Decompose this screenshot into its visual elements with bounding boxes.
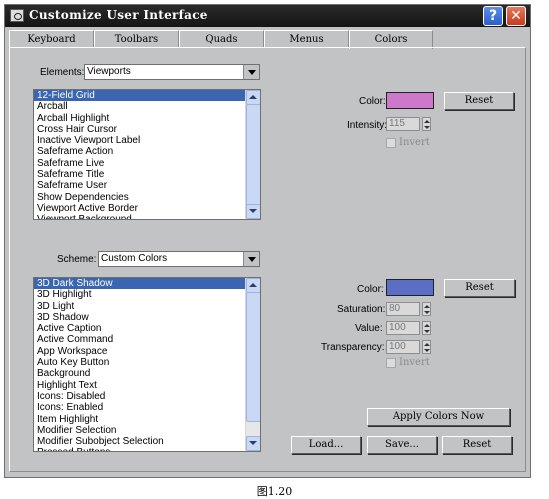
list-item[interactable]: Safeframe Live: [34, 158, 260, 169]
window-title: Customize User Interface: [29, 8, 208, 22]
element-invert-label: Invert: [399, 137, 430, 148]
list-item[interactable]: 3D Dark Shadow: [34, 278, 260, 290]
saturation-label: Saturation:: [337, 304, 386, 315]
list-item[interactable]: Arcball: [34, 101, 260, 112]
transparency-label: Transparency:: [321, 342, 385, 353]
reset-button[interactable]: Reset: [442, 436, 512, 454]
intensity-field[interactable]: 115: [386, 117, 420, 131]
customize-ui-window: Customize User Interface ? ✕ Keyboard To…: [4, 4, 531, 478]
elements-label: Elements:: [40, 67, 85, 78]
list-item[interactable]: Viewport Background: [34, 214, 260, 219]
intensity-label: Intensity:: [347, 120, 388, 131]
figure-caption: 图1.20: [256, 485, 293, 498]
list-item[interactable]: Auto Key Button: [34, 357, 260, 368]
scheme-label: Scheme:: [57, 254, 97, 265]
transparency-spinner-icon[interactable]: [422, 340, 431, 354]
scroll-down-icon[interactable]: [246, 204, 260, 219]
tab-menus[interactable]: Menus: [264, 30, 349, 48]
list-item[interactable]: 3D Highlight: [34, 289, 260, 300]
list-item[interactable]: Inactive Viewport Label: [34, 135, 260, 146]
tab-quads[interactable]: Quads: [179, 30, 264, 48]
list-item[interactable]: Icons: Enabled: [34, 402, 260, 413]
scheme-color-swatch[interactable]: [386, 279, 434, 296]
tab-toolbars[interactable]: Toolbars: [94, 30, 179, 48]
scheme-invert-checkbox[interactable]: [386, 358, 396, 368]
chevron-down-icon[interactable]: [243, 252, 259, 266]
list-item[interactable]: Show Dependencies: [34, 192, 260, 203]
elements-dropdown[interactable]: Viewports: [84, 64, 260, 80]
saturation-field[interactable]: 80: [386, 302, 420, 316]
scheme-reset-button[interactable]: Reset: [444, 279, 515, 297]
scheme-color-label: Color:: [357, 284, 384, 295]
tab-keyboard[interactable]: Keyboard: [9, 30, 94, 48]
list-item[interactable]: Safeframe Title: [34, 169, 260, 180]
list-item[interactable]: Icons: Disabled: [34, 391, 260, 402]
elements-scrollbar[interactable]: [245, 90, 260, 219]
saturation-spinner-icon[interactable]: [422, 302, 431, 316]
scheme-invert-label: Invert: [399, 357, 430, 368]
scroll-up-icon[interactable]: [246, 90, 260, 105]
list-item[interactable]: App Workspace: [34, 346, 260, 357]
tab-bar: Keyboard Toolbars Quads Menus Colors: [9, 30, 526, 49]
list-item[interactable]: Modifier Selection: [34, 425, 260, 436]
scroll-thumb[interactable]: [246, 292, 260, 422]
list-item[interactable]: Highlight Text: [34, 380, 260, 391]
chevron-down-icon[interactable]: [243, 65, 259, 79]
help-button[interactable]: ?: [483, 6, 503, 26]
list-item[interactable]: 12-Field Grid: [34, 90, 260, 102]
element-color-label: Color:: [359, 96, 386, 107]
list-item[interactable]: Item Highlight: [34, 414, 260, 425]
element-color-swatch[interactable]: [386, 92, 434, 109]
transparency-field[interactable]: 100: [386, 340, 420, 354]
title-bar[interactable]: Customize User Interface ? ✕: [5, 5, 530, 27]
list-item[interactable]: Modifier Subobject Selection: [34, 436, 260, 447]
list-item[interactable]: Arcball Highlight: [34, 113, 260, 124]
list-item[interactable]: Active Command: [34, 334, 260, 345]
intensity-spinner-icon[interactable]: [422, 117, 431, 131]
list-item[interactable]: Active Caption: [34, 323, 260, 334]
close-button[interactable]: ✕: [506, 6, 526, 26]
value-spinner-icon[interactable]: [422, 321, 431, 335]
app-icon: [10, 9, 24, 22]
save-button[interactable]: Save...: [367, 436, 437, 454]
load-button[interactable]: Load...: [291, 436, 361, 454]
scheme-list-items: 3D Dark Shadow 3D Highlight 3D Light 3D Sha…: [34, 278, 260, 451]
value-label: Value:: [355, 323, 383, 334]
list-item[interactable]: Safeframe User: [34, 180, 260, 191]
value-field[interactable]: 100: [386, 321, 420, 335]
list-item[interactable]: Background: [34, 368, 260, 379]
list-item[interactable]: Safeframe Action: [34, 146, 260, 157]
scheme-list[interactable]: 3D Dark Shadow 3D Highlight 3D Light 3D Sha…: [33, 277, 261, 452]
elements-list[interactable]: 12-Field Grid Arcball Arcball Highlight Cro…: [33, 89, 261, 220]
scheme-scrollbar[interactable]: [245, 278, 260, 451]
element-reset-button[interactable]: Reset: [444, 92, 514, 110]
scroll-thumb[interactable]: [246, 104, 260, 206]
scroll-down-icon[interactable]: [246, 436, 260, 451]
apply-colors-button[interactable]: Apply Colors Now: [367, 408, 510, 426]
list-item[interactable]: 3D Shadow: [34, 312, 260, 323]
list-item[interactable]: Viewport Active Border: [34, 203, 260, 214]
list-item[interactable]: 3D Light: [34, 301, 260, 312]
list-item[interactable]: Cross Hair Cursor: [34, 124, 260, 135]
list-item[interactable]: Pressed Buttons: [34, 447, 260, 451]
colors-panel: Elements: Viewports 12-Field Grid Arcball…: [9, 47, 526, 472]
scheme-dropdown[interactable]: Custom Colors: [98, 251, 260, 267]
scroll-up-icon[interactable]: [246, 278, 260, 293]
element-invert-checkbox[interactable]: [386, 138, 396, 148]
elements-dropdown-value: Viewports: [87, 66, 131, 77]
scheme-dropdown-value: Custom Colors: [101, 253, 168, 264]
elements-list-items: 12-Field Grid Arcball Arcball Highlight Cro…: [34, 90, 260, 219]
